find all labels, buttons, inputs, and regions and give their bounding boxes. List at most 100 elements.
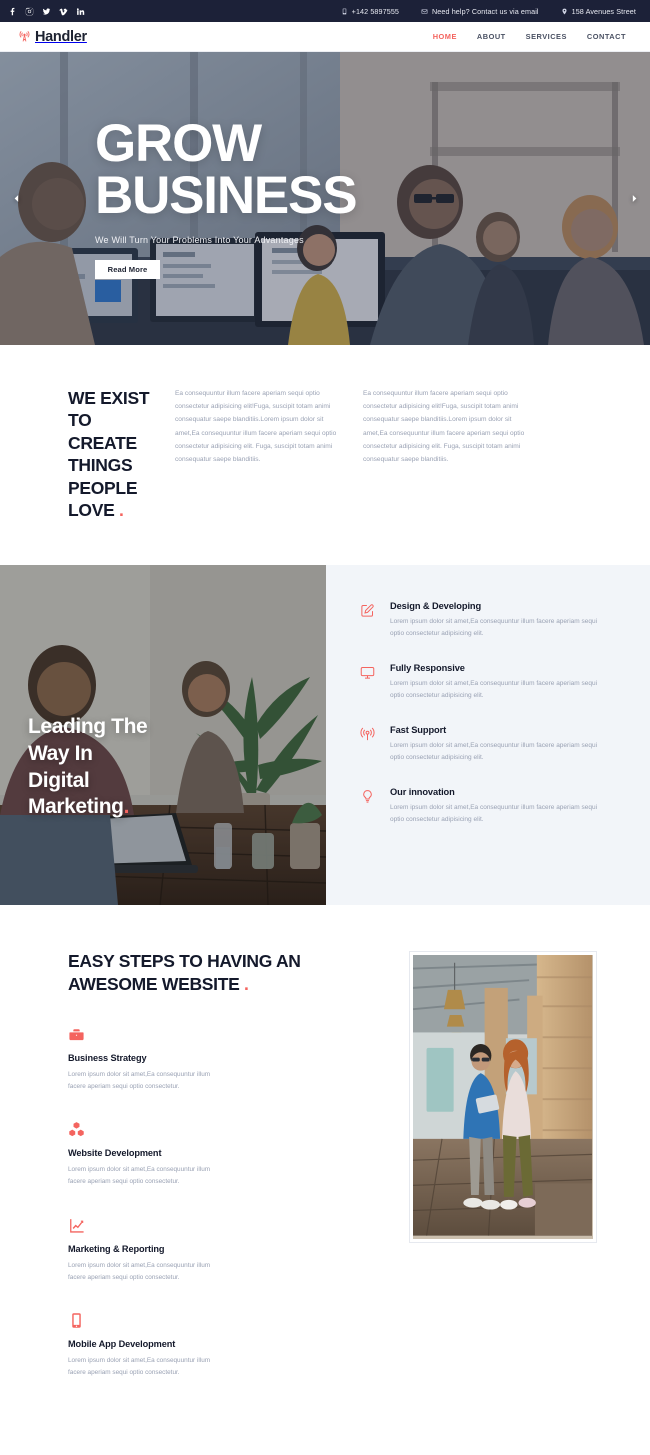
nav-link-contact[interactable]: CONTACT bbox=[587, 32, 626, 41]
feature-title: Our innovation bbox=[390, 787, 455, 798]
chart-line-icon bbox=[68, 1217, 218, 1237]
step-item-mobile-app-development[interactable]: Mobile App Development Lorem ipsum dolor… bbox=[68, 1312, 218, 1379]
about-title: WE EXIST TO CREATE THINGS PEOPLE LOVE . bbox=[68, 387, 175, 521]
feature-desc: Lorem ipsum dolor sit amet,Ea consequunt… bbox=[390, 618, 598, 638]
leading-caption-line-2: Way In bbox=[28, 741, 93, 765]
feature-desc: Lorem ipsum dolor sit amet,Ea consequunt… bbox=[390, 680, 598, 700]
about-paragraphs: Ea consequuntur illum facere aperiam seq… bbox=[175, 387, 531, 521]
steps-title-line-1: EASY STEPS TO HAVING AN bbox=[68, 951, 301, 972]
brand-logo[interactable]: Handler bbox=[18, 29, 87, 45]
map-pin-icon bbox=[562, 8, 567, 14]
step-desc: Lorem ipsum dolor sit amet,Ea consequunt… bbox=[68, 1166, 211, 1186]
feature-text: Fast Support Lorem ipsum dolor sit amet,… bbox=[390, 725, 602, 764]
main-navbar: Handler HOME ABOUT SERVICES CONTACT bbox=[0, 22, 650, 52]
about-paragraph-2: Ea consequuntur illum facere aperiam seq… bbox=[363, 390, 525, 463]
pencil-square-icon bbox=[360, 601, 377, 640]
feature-text: Our innovation Lorem ipsum dolor sit ame… bbox=[390, 787, 602, 826]
step-desc: Lorem ipsum dolor sit amet,Ea consequunt… bbox=[68, 1261, 211, 1281]
feature-list: Design & Developing Lorem ipsum dolor si… bbox=[326, 565, 650, 905]
leading-caption: Leading The Way In Digital Marketing. bbox=[28, 714, 148, 822]
feature-title: Fully Responsive bbox=[390, 663, 465, 674]
slider-next-arrow[interactable] bbox=[624, 189, 644, 209]
phone-icon bbox=[342, 8, 346, 14]
about-title-line-1: WE EXIST TO bbox=[68, 388, 150, 431]
hero-title-line-2: BUSINESS bbox=[95, 165, 358, 225]
feature-text: Design & Developing Lorem ipsum dolor si… bbox=[390, 601, 602, 640]
accent-dot: . bbox=[119, 499, 124, 520]
email-info[interactable]: Need help? Contact us via email bbox=[421, 7, 539, 16]
nav-links: HOME ABOUT SERVICES CONTACT bbox=[433, 32, 632, 41]
steps-title-line-2: AWESOME WEBSITE . bbox=[68, 974, 249, 995]
address-text: 158 Avenues Street bbox=[571, 6, 636, 16]
step-item-website-development[interactable]: Website Development Lorem ipsum dolor si… bbox=[68, 1121, 218, 1188]
address-info[interactable]: 158 Avenues Street bbox=[561, 7, 636, 16]
top-bar: +142 5897555 Need help? Contact us via e… bbox=[0, 0, 650, 22]
twitter-icon[interactable] bbox=[42, 7, 51, 16]
feature-item-design-developing[interactable]: Design & Developing Lorem ipsum dolor si… bbox=[360, 601, 602, 640]
hero-title-line-1: GROW bbox=[95, 114, 262, 174]
step-title: Business Strategy bbox=[68, 1052, 147, 1063]
read-more-button[interactable]: Read More bbox=[95, 259, 160, 279]
brand-name: Handler bbox=[35, 28, 87, 45]
social-links bbox=[8, 7, 85, 16]
feature-item-fast-support[interactable]: Fast Support Lorem ipsum dolor sit amet,… bbox=[360, 725, 602, 764]
about-title-line-3: PEOPLE LOVE . bbox=[68, 477, 138, 520]
accent-dot: . bbox=[244, 974, 249, 995]
about-heading-wrap: WE EXIST TO CREATE THINGS PEOPLE LOVE . bbox=[0, 387, 175, 521]
feature-title: Fast Support bbox=[390, 725, 447, 736]
leading-caption-line-3: Digital bbox=[28, 768, 90, 792]
steps-section: EASY STEPS TO HAVING AN AWESOME WEBSITE … bbox=[0, 905, 650, 1455]
about-paragraph-1: Ea consequuntur illum facere aperiam seq… bbox=[175, 390, 337, 463]
accent-dot: . bbox=[123, 795, 130, 819]
feature-item-our-innovation[interactable]: Our innovation Lorem ipsum dolor sit ame… bbox=[360, 787, 602, 826]
leading-caption-line-4: Marketing. bbox=[28, 795, 130, 819]
leading-section: Leading The Way In Digital Marketing. De… bbox=[0, 565, 650, 906]
vimeo-icon[interactable] bbox=[59, 7, 68, 16]
feature-desc: Lorem ipsum dolor sit amet,Ea consequunt… bbox=[390, 742, 598, 762]
slider-prev-arrow[interactable] bbox=[6, 189, 26, 209]
feature-item-fully-responsive[interactable]: Fully Responsive Lorem ipsum dolor sit a… bbox=[360, 663, 602, 702]
steps-grid: Business Strategy Lorem ipsum dolor sit … bbox=[68, 1026, 355, 1407]
steps-left-column: EASY STEPS TO HAVING AN AWESOME WEBSITE … bbox=[0, 950, 355, 1407]
steps-photo-frame bbox=[409, 952, 596, 1243]
landing-page: +142 5897555 Need help? Contact us via e… bbox=[0, 0, 650, 1455]
briefcase-icon bbox=[68, 1026, 218, 1046]
chevron-right-icon bbox=[632, 195, 636, 202]
nav-link-home[interactable]: HOME bbox=[433, 32, 457, 41]
phone-info[interactable]: +142 5897555 bbox=[341, 7, 399, 16]
hero-slider: GROW BUSINESS We Will Turn Your Problems… bbox=[0, 52, 650, 345]
linkedin-icon[interactable] bbox=[76, 7, 85, 16]
mobile-phone-icon bbox=[68, 1312, 218, 1332]
steps-title: EASY STEPS TO HAVING AN AWESOME WEBSITE … bbox=[68, 950, 355, 996]
hero-content: GROW BUSINESS We Will Turn Your Problems… bbox=[0, 52, 650, 345]
step-title: Marketing & Reporting bbox=[68, 1243, 165, 1254]
nav-link-services[interactable]: SERVICES bbox=[526, 32, 567, 41]
monitor-icon bbox=[360, 663, 377, 702]
hero-subtitle: We Will Turn Your Problems Into Your Adv… bbox=[95, 234, 304, 245]
facebook-icon[interactable] bbox=[8, 7, 17, 16]
hero-title: GROW BUSINESS bbox=[95, 114, 650, 225]
lightbulb-icon bbox=[360, 787, 377, 826]
step-desc: Lorem ipsum dolor sit amet,Ea consequunt… bbox=[68, 1356, 211, 1377]
cubes-icon bbox=[68, 1121, 218, 1141]
about-title-line-2: CREATE THINGS bbox=[68, 432, 137, 476]
instagram-icon[interactable] bbox=[25, 7, 34, 16]
step-item-business-strategy[interactable]: Business Strategy Lorem ipsum dolor sit … bbox=[68, 1026, 218, 1093]
leading-image-panel: Leading The Way In Digital Marketing. bbox=[0, 565, 326, 906]
nav-link-about[interactable]: ABOUT bbox=[477, 32, 506, 41]
step-title: Website Development bbox=[68, 1148, 162, 1159]
top-bar-contact-info: +142 5897555 Need help? Contact us via e… bbox=[341, 7, 642, 16]
step-title: Mobile App Development bbox=[68, 1338, 176, 1349]
envelope-icon bbox=[421, 8, 428, 14]
step-desc: Lorem ipsum dolor sit amet,Ea consequunt… bbox=[68, 1070, 211, 1091]
broadcast-signal-icon bbox=[360, 725, 377, 764]
about-section: WE EXIST TO CREATE THINGS PEOPLE LOVE . … bbox=[0, 345, 650, 566]
leading-caption-line-1: Leading The bbox=[28, 714, 148, 738]
phone-number: +142 5897555 bbox=[351, 6, 400, 16]
step-item-marketing-reporting[interactable]: Marketing & Reporting Lorem ipsum dolor … bbox=[68, 1217, 218, 1284]
steps-right-column bbox=[355, 950, 650, 1407]
feature-desc: Lorem ipsum dolor sit amet,Ea consequunt… bbox=[390, 804, 598, 824]
broadcast-tower-icon bbox=[18, 30, 31, 43]
chevron-left-icon bbox=[14, 195, 18, 202]
office-corridor-image bbox=[412, 955, 593, 1236]
